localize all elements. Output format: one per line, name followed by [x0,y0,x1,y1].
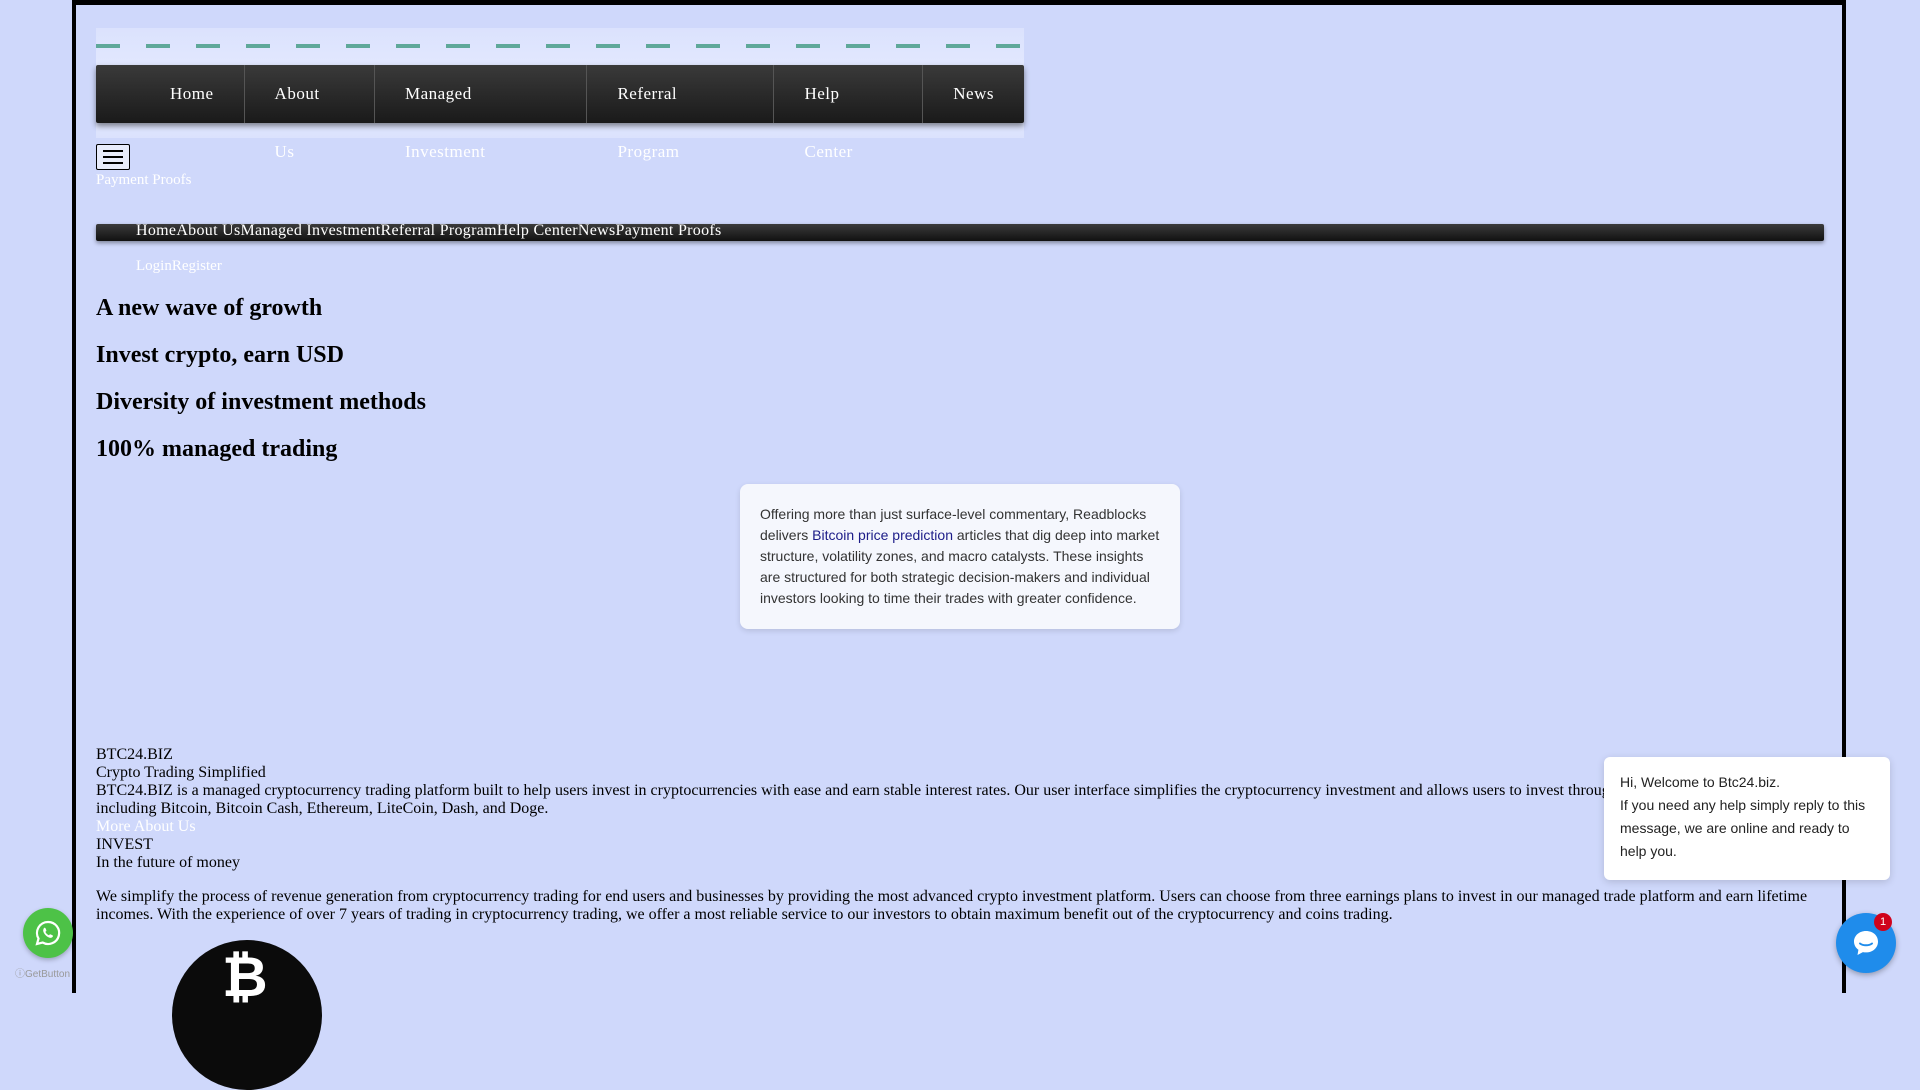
top-nav-help-center[interactable]: Help Center [774,65,924,161]
decorative-dashed-line [96,44,1024,48]
main-nav-payment-proofs[interactable]: Payment Proofs [616,222,722,240]
hero-headline: A new wave of growth [96,295,323,321]
about-description-line2: including Bitcoin, Bitcoin Cash, Ethereu… [96,800,549,817]
bitcoin-icon: ₿ [222,945,268,1010]
top-nav-news[interactable]: News [923,65,1024,123]
whatsapp-icon [35,920,61,946]
chat-message-line: If you need any help simply reply to thi… [1620,797,1866,859]
invest-subheading: In the future of money [96,854,240,871]
whatsapp-button[interactable] [23,908,73,958]
login-link[interactable]: Login [136,258,172,275]
getbutton-label: GetButton [25,969,71,980]
top-nav-home[interactable]: Home [140,65,245,123]
hero-headline: Invest crypto, earn USD [96,342,344,368]
main-nav-help-center[interactable]: Help Center [497,222,578,240]
promo-card: Offering more than just surface-level co… [740,484,1180,629]
mobile-nav-payment-proofs[interactable]: Payment Proofs [96,172,191,189]
main-navigation-bar: Home About Us Managed Investment Referra… [96,222,1824,241]
main-nav-referral-program[interactable]: Referral Program [381,222,497,240]
chat-message-line: Hi, Welcome to Btc24.biz. [1620,774,1781,790]
top-nav-managed-investment[interactable]: Managed Investment [375,65,588,161]
about-section: BTC24.BIZ Crypto Trading Simplified BTC2… [96,746,1824,872]
invest-heading: INVEST [96,836,153,853]
auth-links: Login Register [136,258,222,275]
top-navigation: Home About Us Managed Investment Referra… [96,65,1024,161]
hamburger-icon-line [103,162,123,164]
about-description-line1: BTC24.BIZ is a managed cryptocurrency tr… [96,782,1618,799]
main-nav-home[interactable]: Home [136,222,176,240]
brand-name: BTC24.BIZ [96,746,173,763]
getbutton-credit[interactable]: ⓘGetButton [15,965,70,980]
chat-welcome-message[interactable]: Hi, Welcome to Btc24.biz. If you need an… [1604,757,1890,880]
brand-tagline: Crypto Trading Simplified [96,764,266,781]
main-nav-news[interactable]: News [578,222,616,240]
invest-paragraph: We simplify the process of revenue gener… [96,888,1808,923]
chat-icon [1854,931,1878,955]
hamburger-icon-line [103,156,123,158]
bitcoin-price-prediction-link[interactable]: Bitcoin price prediction [812,527,953,543]
register-link[interactable]: Register [172,258,222,275]
hamburger-menu-button[interactable] [96,144,130,170]
hero-headline: 100% managed trading [96,436,338,462]
more-about-us-link[interactable]: More About Us [96,818,1824,836]
top-nav-about-us[interactable]: About Us [245,65,375,161]
top-nav-referral-program[interactable]: Referral Program [587,65,775,161]
main-nav-about-us[interactable]: About Us [176,222,240,240]
hamburger-icon-line [103,150,123,152]
main-nav-links: Home About Us Managed Investment Referra… [136,222,722,240]
hero-headline: Diversity of investment methods [96,389,426,415]
bitcoin-logo: ₿ [172,940,322,1090]
main-nav-managed-investment[interactable]: Managed Investment [241,222,381,240]
chat-notification-badge: 1 [1874,913,1892,931]
